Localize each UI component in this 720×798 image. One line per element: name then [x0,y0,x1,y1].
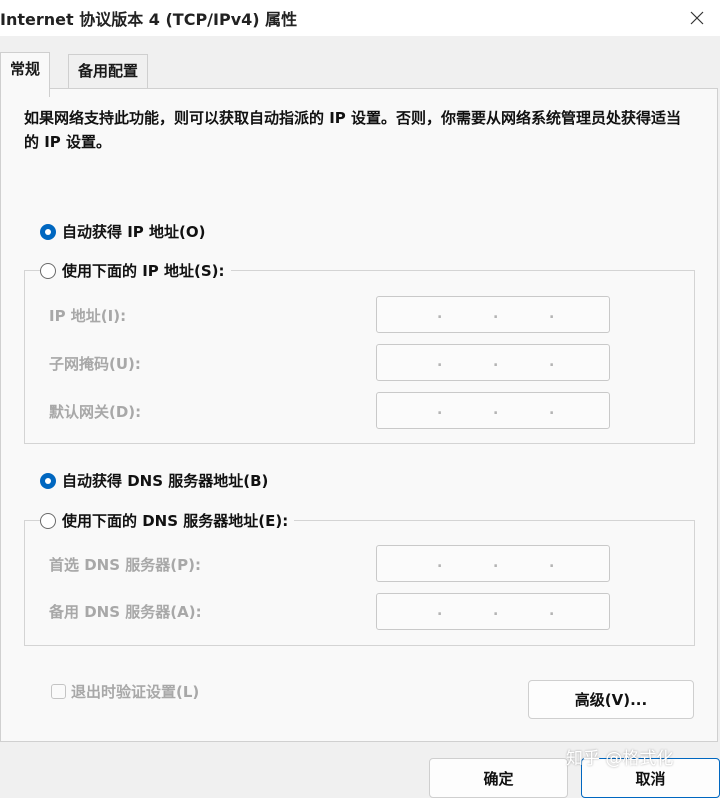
ok-button[interactable]: 确定 [429,758,568,798]
radio-manual-ip[interactable]: 使用下面的 IP 地址(S): [40,260,231,281]
alternate-dns-input[interactable]: ... [376,593,610,630]
description-text: 如果网络支持此功能，则可以获取自动指派的 IP 设置。否则，你需要从网络系统管理… [24,109,682,151]
default-gateway-label: 默认网关(D): [49,403,142,421]
close-icon [690,11,704,25]
ip-address-label: IP 地址(I): [49,307,127,325]
title-bar: Internet 协议版本 4 (TCP/IPv4) 属性 [0,0,720,36]
close-button[interactable] [674,0,720,36]
radio-auto-dns-label: 自动获得 DNS 服务器地址(B) [62,472,269,490]
radio-manual-ip-label: 使用下面的 IP 地址(S): [62,262,225,280]
ip-address-input[interactable]: ... [376,296,610,333]
advanced-button[interactable]: 高级(V)... [528,680,694,719]
radio-manual-dns-label: 使用下面的 DNS 服务器地址(E): [62,512,289,530]
validate-on-exit-box[interactable] [51,684,66,699]
validate-on-exit-checkbox[interactable]: 退出时验证设置(L) [51,681,199,702]
radio-auto-dns-indicator[interactable] [40,472,56,489]
radio-manual-ip-indicator[interactable] [40,262,56,279]
validate-on-exit-label: 退出时验证设置(L) [71,683,200,701]
radio-auto-ip-label: 自动获得 IP 地址(O) [62,223,206,241]
alternate-dns-label: 备用 DNS 服务器(A): [49,603,202,621]
subnet-mask-label: 子网掩码(U): [49,355,141,373]
radio-auto-ip-indicator[interactable] [40,223,56,240]
radio-auto-ip[interactable]: 自动获得 IP 地址(O) [40,221,212,242]
preferred-dns-input[interactable]: ... [376,545,610,582]
radio-auto-dns[interactable]: 自动获得 DNS 服务器地址(B) [40,470,275,491]
radio-manual-dns[interactable]: 使用下面的 DNS 服务器地址(E): [40,510,295,531]
tab-alternate-configuration[interactable]: 备用配置 [68,54,149,90]
window-title: Internet 协议版本 4 (TCP/IPv4) 属性 [0,10,298,29]
subnet-mask-input[interactable]: ... [376,344,610,381]
preferred-dns-label: 首选 DNS 服务器(P): [49,556,201,574]
default-gateway-input[interactable]: ... [376,392,610,429]
watermark-text: 知乎 @格式化 [566,749,674,769]
radio-manual-dns-indicator[interactable] [40,512,56,529]
tab-general[interactable]: 常规 [0,52,51,97]
